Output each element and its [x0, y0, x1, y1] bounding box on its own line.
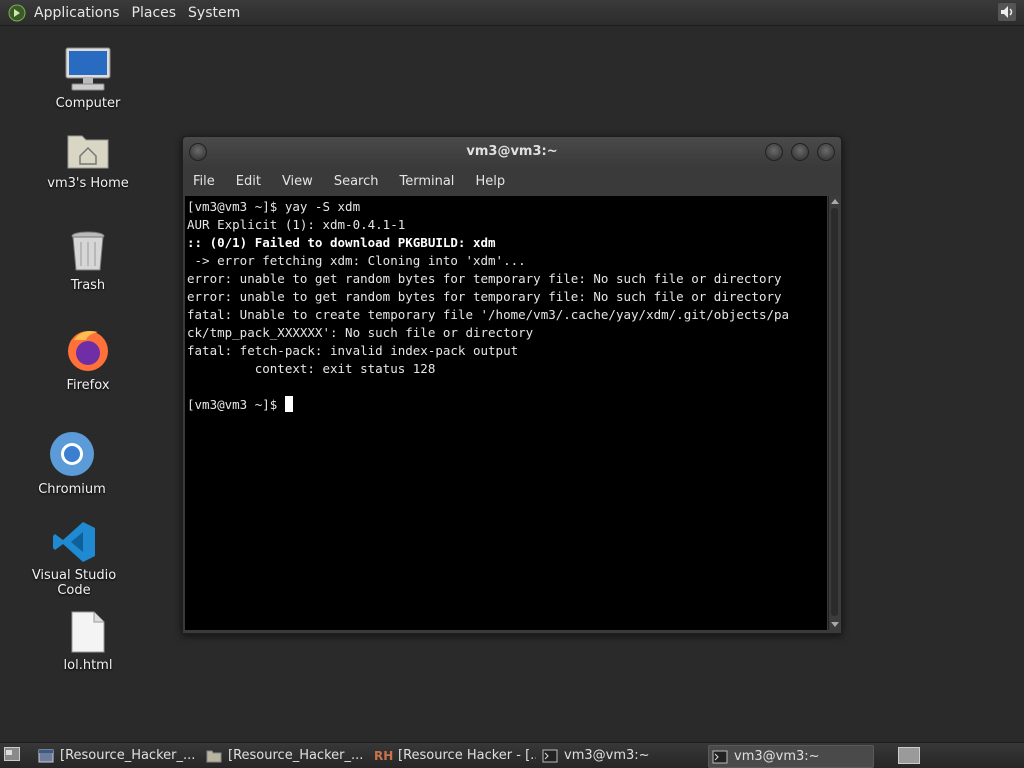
firefox-icon — [68, 331, 108, 371]
taskbar-task[interactable]: RH [Resource Hacker - [... — [374, 745, 536, 766]
menu-help[interactable]: Help — [475, 174, 505, 189]
desktop-icon-label: vm3's Home — [47, 176, 129, 191]
bottom-taskbar: [Resource_Hacker_... [Resource_Hacker_..… — [0, 742, 1024, 768]
menu-places[interactable]: Places — [132, 5, 177, 21]
desktop-icon-label: lol.html — [63, 658, 113, 673]
menu-edit[interactable]: Edit — [236, 174, 261, 189]
menu-view[interactable]: View — [282, 174, 313, 189]
taskbar-task-label: [Resource Hacker - [... — [398, 748, 536, 763]
taskbar-task[interactable]: [Resource_Hacker_... — [38, 745, 200, 766]
desktop-icon-trash[interactable]: Trash — [33, 228, 143, 293]
scrollbar-thumb[interactable] — [831, 208, 838, 616]
taskbar-task[interactable]: vm3@vm3:~ — [542, 745, 704, 766]
taskbar-task-label: [Resource_Hacker_... — [228, 748, 364, 763]
taskbar-task[interactable]: [Resource_Hacker_... — [206, 745, 368, 766]
desktop-icon-label: Chromium — [38, 482, 106, 497]
maximize-button[interactable] — [791, 143, 809, 161]
desktop-icon-home[interactable]: vm3's Home — [33, 128, 143, 191]
show-desktop-icon[interactable] — [4, 747, 20, 761]
terminal-line: ​ — [187, 378, 825, 396]
volume-icon[interactable] — [998, 3, 1016, 21]
terminal-line: error: unable to get random bytes for te… — [187, 289, 782, 304]
desktop-icon-chromium[interactable]: Chromium — [17, 430, 127, 497]
text-cursor — [284, 396, 293, 412]
menu-file[interactable]: File — [193, 174, 215, 189]
desktop-icon-label: Computer — [55, 96, 121, 111]
terminal-prompt: [vm3@vm3 ~]$ — [187, 397, 285, 412]
terminal-line: [vm3@vm3 ~]$ yay -S xdm — [187, 199, 361, 214]
scroll-down-arrow-icon[interactable] — [831, 622, 839, 627]
vscode-icon — [53, 522, 95, 562]
terminal-icon — [542, 749, 558, 762]
window-titlebar[interactable]: vm3@vm3:~ — [183, 137, 841, 167]
desktop-icon-label: Trash — [70, 278, 106, 293]
terminal-menubar: File Edit View Search Terminal Help — [183, 167, 841, 195]
terminal-prompt-line: [vm3@vm3 ~]$ — [187, 396, 825, 414]
file-icon — [71, 611, 105, 653]
menu-applications[interactable]: Applications — [34, 5, 120, 21]
terminal-line: AUR Explicit (1): xdm-0.4.1-1 — [187, 217, 406, 232]
desktop-icon-vscode[interactable]: Visual Studio Code — [19, 520, 129, 598]
rh-icon: RH — [374, 748, 394, 763]
close-button[interactable] — [817, 143, 835, 161]
minimize-button[interactable] — [765, 143, 783, 161]
terminal-line: fatal: Unable to create temporary file '… — [187, 307, 790, 322]
menu-terminal[interactable]: Terminal — [399, 174, 454, 189]
applications-icon[interactable] — [8, 4, 26, 22]
terminal-line: context: exit status 128 — [187, 361, 436, 376]
desktop-icon-lol-html[interactable]: lol.html — [33, 610, 143, 673]
terminal-line: fatal: fetch-pack: invalid index-pack ou… — [187, 343, 519, 358]
top-panel: Applications Places System — [0, 0, 1024, 26]
taskbar-task-label: vm3@vm3:~ — [734, 749, 820, 764]
taskbar-task-active[interactable]: vm3@vm3:~ — [708, 745, 874, 768]
terminal-line: :: (0/1) Failed to download PKGBUILD: xd… — [187, 235, 496, 250]
desktop-icon-computer[interactable]: Computer — [33, 46, 143, 111]
scroll-up-arrow-icon[interactable] — [831, 199, 839, 204]
menu-search[interactable]: Search — [334, 174, 379, 189]
home-folder-icon — [67, 135, 109, 169]
computer-icon — [65, 47, 111, 91]
window-title: vm3@vm3:~ — [466, 144, 558, 159]
folder-icon — [206, 750, 222, 762]
taskbar-task-label: [Resource_Hacker_... — [60, 748, 196, 763]
desktop-icon-firefox[interactable]: Firefox — [33, 326, 143, 393]
chromium-icon — [50, 432, 94, 476]
terminal-line: -> error fetching xdm: Cloning into 'xdm… — [187, 253, 526, 268]
trash-icon — [71, 231, 105, 271]
terminal-icon — [712, 750, 728, 763]
terminal-window: vm3@vm3:~ File Edit View Search Terminal… — [182, 136, 842, 634]
terminal-line: error: unable to get random bytes for te… — [187, 271, 782, 286]
window-icon — [38, 749, 54, 762]
workspace-switcher[interactable] — [898, 747, 920, 764]
taskbar-task-label: vm3@vm3:~ — [564, 748, 650, 763]
desktop-icon-label: Visual Studio Code — [31, 568, 117, 598]
terminal-output[interactable]: [vm3@vm3 ~]$ yay -S xdm AUR Explicit (1):… — [185, 196, 827, 630]
terminal-scrollbar[interactable] — [828, 196, 841, 630]
menu-system[interactable]: System — [188, 5, 240, 21]
terminal-line: ck/tmp_pack_XXXXXX': No such file or dir… — [187, 325, 534, 340]
desktop-icon-label: Firefox — [66, 378, 110, 393]
